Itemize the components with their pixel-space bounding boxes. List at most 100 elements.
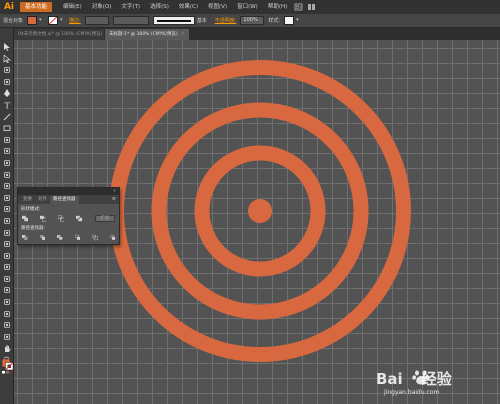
hand-tool[interactable] <box>2 343 12 353</box>
panel-tabs: 变换 对齐 路径查找器 ≡ <box>18 195 119 204</box>
type-tool[interactable]: T <box>2 100 12 110</box>
selection-icon <box>3 43 10 51</box>
mesh-icon <box>3 252 10 259</box>
tab-transform[interactable]: 变换 <box>20 196 35 204</box>
eraser-tool[interactable] <box>2 170 12 180</box>
free-transform-tool[interactable] <box>2 216 12 226</box>
blob-brush-icon <box>3 160 10 166</box>
paintbrush-icon <box>3 136 10 143</box>
app-logo: Ai <box>3 2 15 12</box>
eyedropper-tool[interactable] <box>2 274 12 284</box>
minus-front-icon[interactable] <box>40 215 47 222</box>
expand-button[interactable]: 扩展 <box>94 214 115 222</box>
divide-icon[interactable] <box>22 234 28 241</box>
svg-text:Br: Br <box>296 5 302 11</box>
tab-align[interactable]: 对齐 <box>35 196 50 204</box>
shape-builder-tool[interactable] <box>2 228 12 238</box>
fill-dropdown-icon[interactable]: ▾ <box>39 16 44 25</box>
shape-builder-icon <box>3 229 10 236</box>
panel-collapse-icon[interactable]: « <box>113 188 116 195</box>
stroke-dropdown-icon[interactable]: ▾ <box>60 16 65 25</box>
outline-icon[interactable] <box>92 234 98 241</box>
width-icon <box>3 206 10 213</box>
selection-tool[interactable] <box>2 42 12 52</box>
brush-definition-preview[interactable] <box>152 16 195 25</box>
pencil-tool[interactable] <box>2 146 12 156</box>
perspective-tool[interactable] <box>2 239 12 249</box>
hand-icon <box>4 345 10 353</box>
symbol-sprayer-tool[interactable] <box>2 297 12 307</box>
close-icon[interactable]: × <box>181 29 185 40</box>
magic-wand-tool[interactable] <box>2 65 12 75</box>
direct-selection-tool[interactable] <box>2 54 12 64</box>
eraser-icon <box>3 171 10 178</box>
selection-type-label: 混合对象 <box>3 18 24 24</box>
fill-color-swatch[interactable] <box>27 16 38 25</box>
menu-object[interactable]: 对象(O) <box>87 0 117 14</box>
width-tool[interactable] <box>2 204 12 214</box>
panel-title-bar[interactable]: « <box>18 188 119 195</box>
menu-select[interactable]: 选择(S) <box>145 0 174 14</box>
stroke-none-swatch[interactable] <box>48 16 59 25</box>
panel-menu-icon[interactable]: ≡ <box>112 196 116 202</box>
graphic-style-swatch[interactable] <box>284 16 295 25</box>
minus-back-icon[interactable] <box>109 234 116 241</box>
line-tool[interactable] <box>2 112 12 122</box>
paintbrush-tool[interactable] <box>2 135 12 145</box>
document-tab-bar: 04未示例文档.ai* @ 100% (CMYK/预览) × 未标题-1* @ … <box>14 28 500 40</box>
blob-brush-tool[interactable] <box>2 158 12 168</box>
baidu-jingyan-watermark: Bai 经验 jingyan.baidu.com <box>376 367 476 401</box>
pathfinders-label: 路径查找器: <box>21 226 46 231</box>
opacity-field[interactable]: 100% <box>240 16 265 25</box>
arrange-documents-icon[interactable] <box>307 3 316 11</box>
blend-tool[interactable] <box>2 285 12 295</box>
stroke-link[interactable]: 描边: <box>69 17 81 24</box>
workspace-switcher-button[interactable]: 基本功能 <box>20 2 53 12</box>
merge-icon[interactable] <box>57 234 63 241</box>
slice-tool[interactable] <box>2 332 12 342</box>
artboard-icon <box>3 322 10 329</box>
rectangle-tool[interactable] <box>2 123 12 133</box>
gradient-tool[interactable] <box>2 262 12 272</box>
menu-help[interactable]: 帮助(H) <box>263 0 292 14</box>
column-graph-tool[interactable] <box>2 309 12 319</box>
menu-view[interactable]: 视图(V) <box>203 0 232 14</box>
blend-icon <box>3 287 10 294</box>
rotate-tool[interactable] <box>2 181 12 191</box>
pen-icon <box>3 89 10 98</box>
document-tab[interactable]: 04未示例文档.ai* @ 100% (CMYK/预览) × <box>14 29 110 40</box>
bridge-icon[interactable]: Br <box>294 3 303 11</box>
style-label: 样式: <box>268 18 281 24</box>
baidu-paw-icon <box>412 370 430 385</box>
document-tab-label: 未标题-1* @ 300% (CMYK/预览) <box>109 32 178 37</box>
graphic-style-dropdown-icon[interactable]: ▾ <box>296 16 301 25</box>
slice-icon <box>3 333 10 340</box>
magic-wand-icon <box>3 67 10 74</box>
variable-width-profile[interactable] <box>112 16 149 25</box>
document-tab-active[interactable]: 未标题-1* @ 300% (CMYK/预览) × <box>105 29 189 40</box>
intersect-icon[interactable] <box>58 215 65 222</box>
crop-icon[interactable] <box>74 234 81 241</box>
menu-effect[interactable]: 效果(C) <box>174 0 203 14</box>
lasso-tool[interactable] <box>2 77 12 87</box>
type-icon: T <box>4 101 10 109</box>
scale-tool[interactable] <box>2 193 12 203</box>
unite-icon[interactable] <box>22 215 29 222</box>
tab-pathfinder[interactable]: 路径查找器 <box>50 196 79 204</box>
menu-type[interactable]: 文字(T) <box>116 0 145 14</box>
watermark-url: jingyan.baidu.com <box>384 389 440 396</box>
symbol-sprayer-icon <box>3 299 10 305</box>
fill-stroke-indicator[interactable] <box>1 358 14 374</box>
pencil-icon <box>3 148 10 155</box>
exclude-icon[interactable] <box>76 215 83 222</box>
stroke-weight-field[interactable] <box>84 16 109 25</box>
mesh-tool[interactable] <box>2 251 12 261</box>
pen-tool[interactable] <box>2 88 12 98</box>
opacity-link[interactable]: 不透明度: <box>215 17 237 24</box>
center-dot <box>248 199 272 223</box>
trim-icon[interactable] <box>39 234 46 241</box>
artboard-tool[interactable] <box>2 320 12 330</box>
menu-window[interactable]: 窗口(W) <box>232 0 263 14</box>
control-bar: 混合对象 ▾ ▾ 描边: 基本 不透明度: 100% 样式: ▾ <box>0 14 500 28</box>
menu-edit[interactable]: 编辑(E) <box>58 0 87 14</box>
